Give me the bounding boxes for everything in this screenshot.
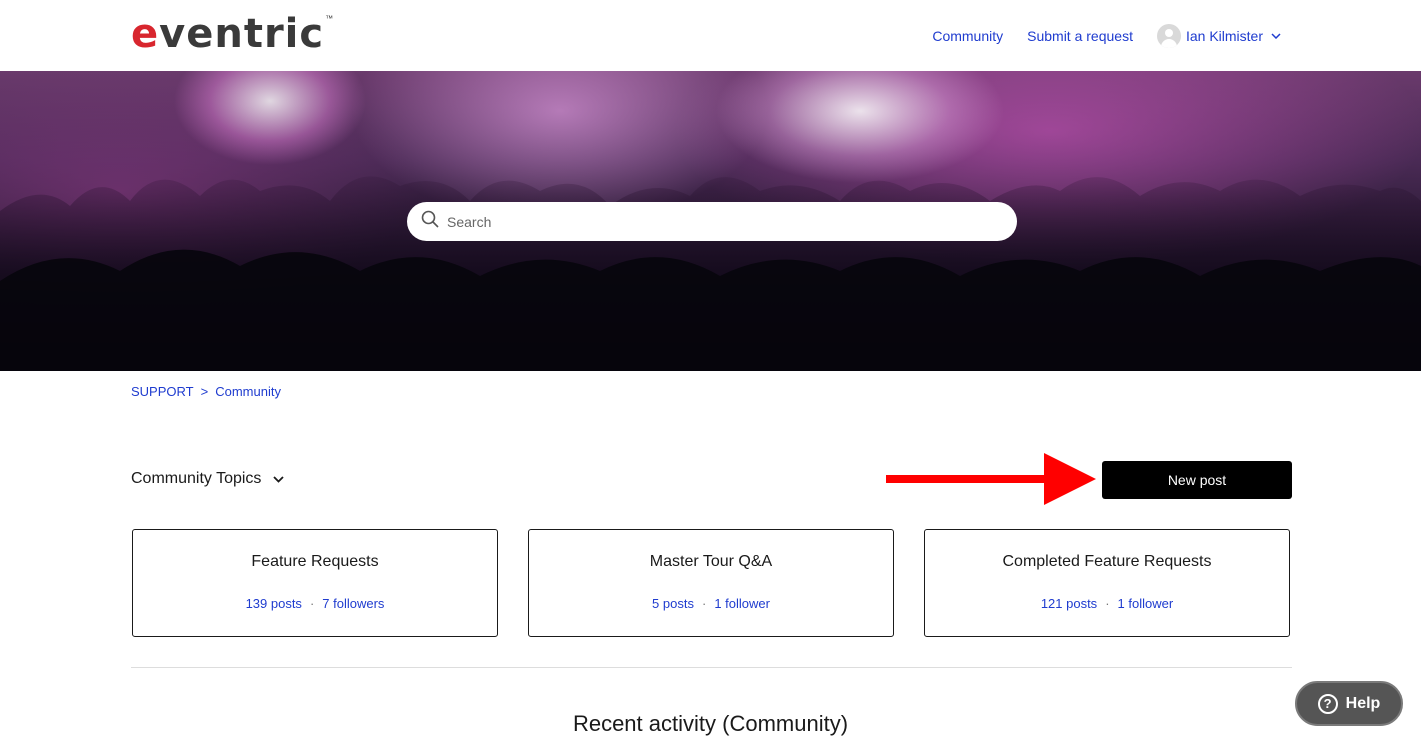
topic-card-meta: 139 posts · 7 followers xyxy=(133,596,497,611)
topic-card-title: Feature Requests xyxy=(251,553,379,570)
logo-wordmark: eventric xyxy=(131,11,325,57)
meta-separator: · xyxy=(1105,596,1110,611)
meta-separator: · xyxy=(701,596,707,611)
user-name: Ian Kilmister xyxy=(1185,27,1263,44)
search-bar[interactable] xyxy=(407,202,1017,241)
topic-posts-count: 5 posts xyxy=(652,596,694,611)
topic-followers-count: 7 followers xyxy=(322,596,385,611)
nav-community-link[interactable]: Community xyxy=(932,28,1003,44)
red-arrow-annotation xyxy=(886,453,1096,505)
logo-trademark: ™ xyxy=(325,14,334,23)
question-icon: ? xyxy=(1317,693,1338,714)
topic-followers-count: 1 follower xyxy=(714,596,770,611)
topic-followers-count: 1 follower xyxy=(1117,596,1174,611)
topic-card-meta: 121 posts · 1 follower xyxy=(925,596,1289,611)
search-input[interactable] xyxy=(447,213,987,230)
search-icon xyxy=(421,210,439,233)
recent-activity-heading: Recent activity (Community) xyxy=(572,711,849,736)
topic-posts-count: 139 posts xyxy=(245,596,302,611)
chevron-down-icon xyxy=(1271,30,1281,42)
chevron-down-icon xyxy=(273,472,285,486)
avatar-icon xyxy=(1156,23,1181,48)
topic-card-meta: 5 posts · 1 follower xyxy=(529,596,893,611)
crowd-image xyxy=(0,176,1421,371)
breadcrumb-separator: > xyxy=(200,384,209,399)
user-menu[interactable]: Ian Kilmister xyxy=(1156,23,1281,48)
community-topics-label: Community Topics xyxy=(131,470,262,487)
community-topics-dropdown[interactable]: Community Topics xyxy=(131,470,285,488)
topic-card-master-tour-qa[interactable]: Master Tour Q&A 5 posts · 1 follower xyxy=(528,529,894,637)
help-button[interactable]: ? Help xyxy=(1295,681,1403,726)
topic-card-completed-feature-requests[interactable]: Completed Feature Requests 121 posts · 1… xyxy=(924,529,1290,637)
site-header: eventric ™ Community Submit a request Ia… xyxy=(0,0,1421,71)
section-divider xyxy=(131,667,1292,668)
topic-card-title: Completed Feature Requests xyxy=(1002,553,1212,570)
nav-submit-request-link[interactable]: Submit a request xyxy=(1027,28,1133,44)
topic-posts-count: 121 posts xyxy=(1040,596,1098,611)
help-label: Help xyxy=(1345,694,1381,712)
breadcrumb-support[interactable]: SUPPORT xyxy=(131,384,194,399)
topic-card-title: Master Tour Q&A xyxy=(649,553,773,570)
meta-separator: · xyxy=(309,596,315,611)
new-post-button[interactable]: New post xyxy=(1102,461,1292,499)
topic-cards: Feature Requests 139 posts · 7 followers… xyxy=(132,529,1290,637)
topic-card-feature-requests[interactable]: Feature Requests 139 posts · 7 followers xyxy=(132,529,498,637)
eventric-logo[interactable]: eventric ™ xyxy=(131,14,333,54)
top-nav: Community Submit a request Ian Kilmister xyxy=(932,0,1281,71)
breadcrumb: SUPPORT > Community xyxy=(131,384,281,399)
breadcrumb-community[interactable]: Community xyxy=(215,384,281,399)
hero-banner xyxy=(0,71,1421,371)
